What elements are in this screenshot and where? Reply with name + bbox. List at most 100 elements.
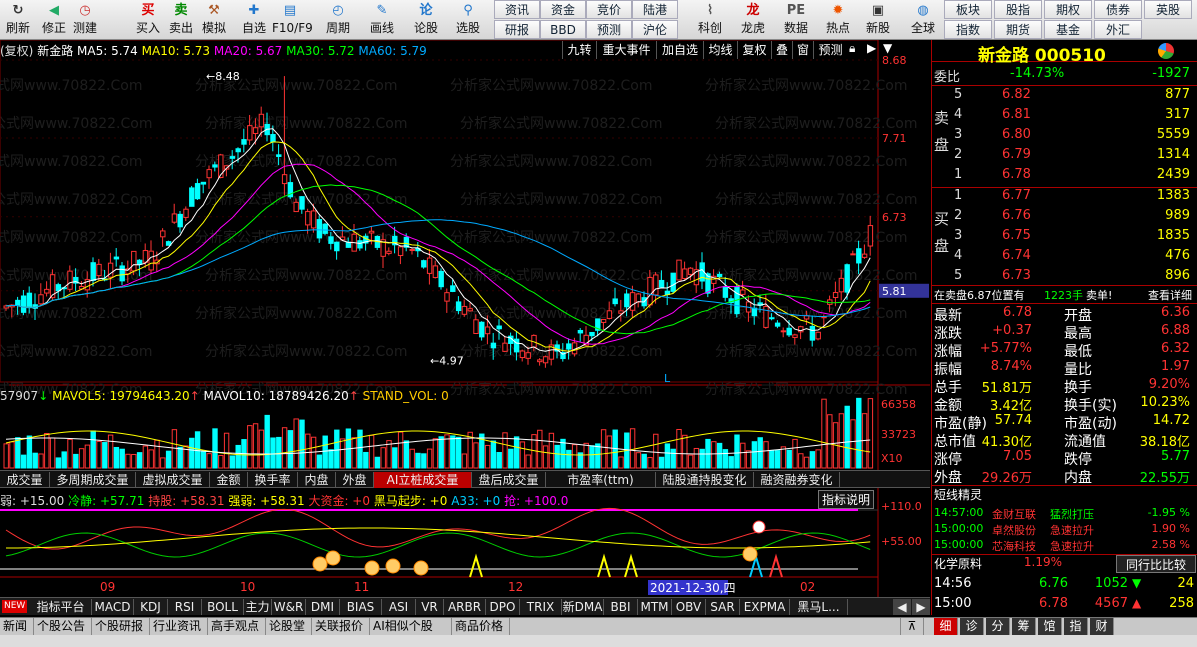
toolbar-button-15[interactable]: ✹ 热点: [820, 0, 856, 40]
quote-tab[interactable]: 指: [1064, 618, 1088, 635]
lock-icon[interactable]: 🔒︎: [849, 41, 855, 56]
indicator-tab[interactable]: 黑马L...: [790, 599, 848, 615]
chevron-right-icon[interactable]: ▶: [867, 41, 876, 55]
quick-link[interactable]: 资金: [540, 0, 586, 19]
chart-menu-item[interactable]: 复权: [737, 41, 771, 59]
toolbar-button-9[interactable]: ✎ 画线: [364, 0, 400, 40]
toolbar-button-17[interactable]: ◍ 全球: [905, 0, 941, 40]
quick-link[interactable]: 资讯: [494, 0, 540, 19]
indicator-tab[interactable]: BOLL: [202, 599, 244, 615]
status-item[interactable]: 个股研报: [92, 618, 150, 635]
chart-menu-item[interactable]: 加自选: [656, 41, 703, 59]
volume-tab[interactable]: 市盈率(ttm): [546, 472, 656, 488]
market-link[interactable]: 期权: [1044, 0, 1092, 19]
volume-tab[interactable]: AI立桩成交量: [374, 472, 472, 488]
indicator-tab[interactable]: MTM: [638, 599, 672, 615]
toolbar-button-13[interactable]: 龙龙虎: [735, 0, 771, 40]
volume-tab[interactable]: 内盘: [298, 472, 336, 488]
market-link[interactable]: 外汇: [1094, 20, 1142, 39]
indicator-tab[interactable]: ASI: [382, 599, 416, 615]
indicator-tab[interactable]: SAR: [706, 599, 740, 615]
quick-link[interactable]: 陆港: [632, 0, 678, 19]
scroll-left-icon[interactable]: ◀: [893, 599, 911, 615]
status-item[interactable]: 高手观点: [208, 618, 266, 635]
indicator-tab[interactable]: BBI: [604, 599, 638, 615]
toolbar-button-16[interactable]: ▣ 新股: [860, 0, 896, 40]
chart-menu-item[interactable]: 重大事件: [596, 41, 656, 59]
quote-tab[interactable]: 筹: [1012, 618, 1036, 635]
market-link[interactable]: 股指: [994, 0, 1042, 19]
indicator-tab[interactable]: KDJ: [134, 599, 168, 615]
toolbar-button-12[interactable]: ⌇ 科创: [692, 0, 728, 40]
toolbar-button-14[interactable]: PE 数据: [778, 0, 814, 40]
indicator-tab[interactable]: DPO: [486, 599, 520, 615]
status-item[interactable]: 行业资讯: [150, 618, 208, 635]
chevron-down-icon[interactable]: ▼: [883, 41, 892, 55]
toolbar-button-3[interactable]: 买买入: [130, 0, 166, 40]
indicator-tab[interactable]: 新DMA: [562, 599, 604, 615]
volume-tab[interactable]: 融资融券变化: [754, 472, 840, 488]
quote-tab[interactable]: 细: [934, 618, 958, 635]
scroll-right-icon[interactable]: ▶: [912, 599, 930, 615]
status-item[interactable]: AI相似个股: [370, 618, 452, 635]
toolbar-button-2[interactable]: ◷ 测建: [67, 0, 103, 40]
volume-tab[interactable]: 盘后成交量: [472, 472, 546, 488]
quick-link[interactable]: BBD: [540, 20, 586, 39]
toolbar-button-0[interactable]: ↻ 刷新: [0, 0, 36, 40]
quote-tab[interactable]: 财: [1090, 618, 1114, 635]
volume-tab[interactable]: 外盘: [336, 472, 374, 488]
market-link[interactable]: 基金: [1044, 20, 1092, 39]
pin-icon[interactable]: ⊼: [900, 618, 924, 635]
status-item[interactable]: 新闻: [0, 618, 34, 635]
toolbar-button-8[interactable]: ◴ 周期: [320, 0, 356, 40]
indicator-tab[interactable]: W&R: [272, 599, 306, 615]
toolbar-button-6[interactable]: ✚ 自选: [236, 0, 272, 40]
indicator-tab[interactable]: BIAS: [340, 599, 382, 615]
view-detail-link[interactable]: 查看详细: [1148, 287, 1192, 303]
status-item[interactable]: 个股公告: [34, 618, 92, 635]
market-link[interactable]: 英股: [1144, 0, 1192, 19]
quote-tab[interactable]: 馆: [1038, 618, 1062, 635]
indicator-tab[interactable]: TRIX: [520, 599, 562, 615]
indicator-tab[interactable]: 主力: [244, 599, 272, 615]
indicator-tab[interactable]: RSI: [168, 599, 202, 615]
volume-tab[interactable]: 陆股通持股变化: [656, 472, 754, 488]
indicator-desc-button[interactable]: 指标说明: [818, 490, 875, 509]
chart-menu-item[interactable]: 均线: [703, 41, 737, 59]
quote-tab[interactable]: 诊: [960, 618, 984, 635]
indicator-tab[interactable]: ARBR: [444, 599, 486, 615]
pie-icon[interactable]: [1158, 43, 1174, 59]
market-link[interactable]: 板块: [944, 0, 992, 19]
indicator-tab[interactable]: MACD: [92, 599, 134, 615]
indicator-tab[interactable]: VR: [416, 599, 444, 615]
market-link[interactable]: 期货: [994, 20, 1042, 39]
toolbar-button-4[interactable]: 卖卖出: [163, 0, 199, 40]
quick-link[interactable]: 沪伦: [632, 20, 678, 39]
chart-menu-item[interactable]: 窗: [792, 41, 813, 59]
toolbar-button-5[interactable]: ⚒ 模拟: [196, 0, 232, 40]
market-link[interactable]: 债券: [1094, 0, 1142, 19]
status-item[interactable]: 论股堂: [266, 618, 312, 635]
volume-tab[interactable]: 虚拟成交量: [136, 472, 210, 488]
volume-tab[interactable]: 金额: [210, 472, 248, 488]
indicator-tab[interactable]: EXPMA: [740, 599, 790, 615]
quick-link[interactable]: 研报: [494, 20, 540, 39]
volume-tab[interactable]: 成交量: [0, 472, 50, 488]
chart-menu-item[interactable]: 预测: [813, 41, 847, 59]
indicator-tab[interactable]: OBV: [672, 599, 706, 615]
quick-link[interactable]: 竞价: [586, 0, 632, 19]
volume-tab[interactable]: 换手率: [248, 472, 298, 488]
industry-compare-button[interactable]: 同行比比较: [1116, 555, 1196, 573]
toolbar-button-7[interactable]: ▤ F10/F9: [272, 0, 313, 40]
volume-tab[interactable]: 多周期成交量: [50, 472, 136, 488]
indicator-tab[interactable]: 指标平台: [30, 599, 92, 615]
status-item[interactable]: 关联报价: [312, 618, 370, 635]
kline-chart[interactable]: 分析家公式网www.70822.Com 分析家公式网www.70822.Com 分析…: [0, 39, 930, 615]
indicator-tab[interactable]: DMI: [306, 599, 340, 615]
status-item[interactable]: 商品价格: [452, 618, 510, 635]
chart-menu-item[interactable]: 九转: [562, 41, 596, 59]
quote-tab[interactable]: 分: [986, 618, 1010, 635]
market-link[interactable]: 指数: [944, 20, 992, 39]
chart-menu-item[interactable]: 叠: [771, 41, 792, 59]
toolbar-button-10[interactable]: 论论股: [408, 0, 444, 40]
